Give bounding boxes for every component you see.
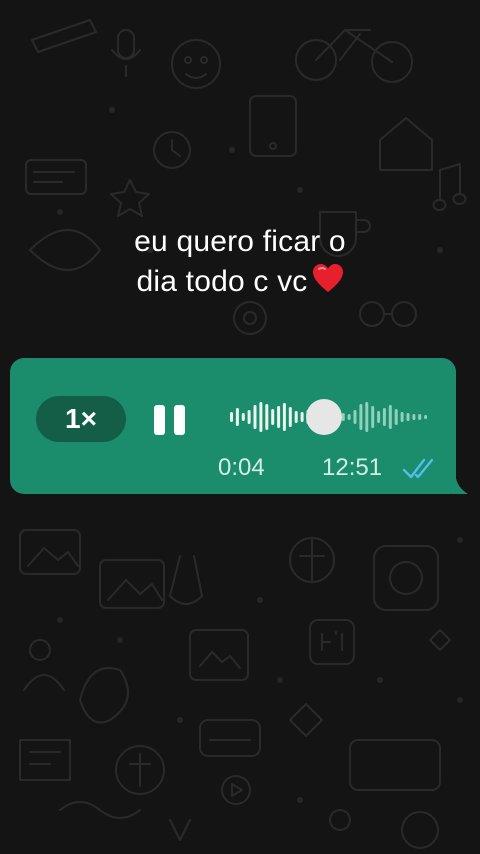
waveform-bar [371,406,375,428]
waveform-bar [288,407,292,427]
waveform-bar [377,411,381,423]
waveform-bar [412,414,416,420]
waveform-bar [241,413,245,421]
waveform-bar [253,405,257,429]
waveform-bar [282,403,286,431]
playback-speed-button[interactable]: 1× [36,396,126,442]
waveform-bar [406,413,410,421]
waveform-bar [400,412,404,422]
voice-duration: 0:04 [218,454,265,481]
waveform-bar [394,409,398,425]
waveform-bar [271,409,275,425]
waveform-bar [247,410,251,424]
waveform-bar [230,412,233,422]
video-caption: eu quero ficar o dia todo c vc [0,222,480,304]
waveform-bar [382,408,386,426]
caption-line-2-text: dia todo c vc [136,265,308,298]
waveform-bar [341,413,345,421]
waveform-bar [259,402,263,432]
waveform-bar [359,404,363,430]
waveform-bar [300,412,304,422]
waveform-bar [353,410,357,424]
waveform-bar [418,414,422,420]
double-check-icon [402,458,434,479]
pause-icon-bar-left [154,405,165,435]
caption-line-1: eu quero ficar o [134,225,346,258]
pause-icon-bar-right [174,405,185,435]
audio-waveform[interactable] [228,394,428,440]
waveform-bar [347,414,351,420]
caption-line-2: dia todo c vc [0,262,480,304]
waveform-bar [388,405,392,429]
waveform-bar [365,402,369,432]
playback-scrubber-knob[interactable] [306,399,342,435]
waveform-bar [294,411,298,423]
message-timestamp: 12:51 [322,454,383,481]
bubble-tail [452,478,468,494]
voice-message-bubble[interactable]: 1× 0:04 12:51 [10,358,456,494]
waveform-bar [235,408,239,426]
waveform-bar [277,406,281,428]
red-heart-icon [312,263,344,304]
chat-screen: eu quero ficar o dia todo c vc 1× 0:04 1… [0,0,480,854]
waveform-bar [265,404,269,430]
waveform-bar [424,415,428,419]
pause-icon[interactable] [150,402,190,438]
